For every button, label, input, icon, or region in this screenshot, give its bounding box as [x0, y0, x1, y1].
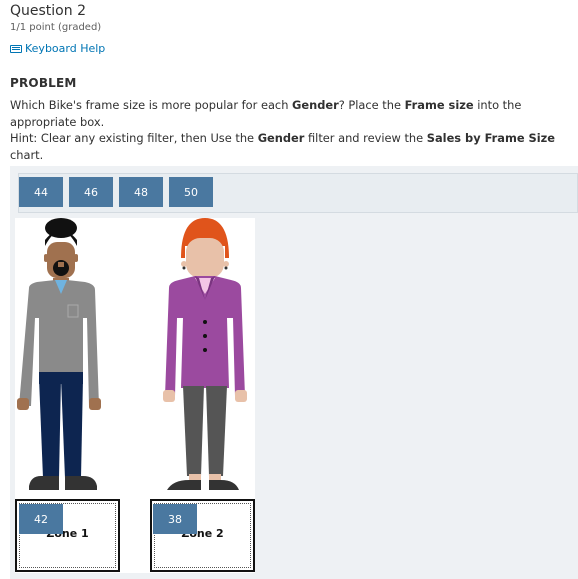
hint-c: filter and review the	[304, 131, 427, 145]
problem-heading: PROBLEM	[10, 76, 77, 90]
keyboard-icon	[10, 44, 22, 53]
hint-a: Hint: Clear any existing filter, then Us…	[10, 131, 258, 145]
draggable-item-48[interactable]: 48	[119, 177, 163, 207]
question-title: Question 2	[10, 3, 86, 19]
problem-line1-d: Frame size	[404, 98, 474, 112]
draggable-item-50[interactable]: 50	[169, 177, 213, 207]
placed-item-zone-2[interactable]: 38	[153, 504, 197, 534]
problem-line1-a: Which Bike's frame size is more popular …	[10, 98, 293, 112]
problem-line1-b: Gender	[292, 98, 339, 112]
hint-b: Gender	[257, 131, 305, 145]
draggable-item-46[interactable]: 46	[69, 177, 113, 207]
keyboard-help-label: Keyboard Help	[25, 42, 106, 55]
placed-item-zone-1[interactable]: 42	[19, 504, 63, 534]
draggable-item-44[interactable]: 44	[19, 177, 63, 207]
question-points: 1/1 point (graded)	[10, 22, 102, 33]
female-figure-illustration	[163, 218, 247, 490]
problem-line1-c: ? Place the	[338, 98, 405, 112]
problem-text: Which Bike's frame size is more popular …	[10, 97, 575, 163]
hint-d: Sales by Frame Size	[426, 131, 555, 145]
keyboard-help-link[interactable]: Keyboard Help	[10, 42, 105, 55]
hint-e: chart.	[10, 147, 44, 162]
male-figure-illustration	[17, 218, 101, 490]
